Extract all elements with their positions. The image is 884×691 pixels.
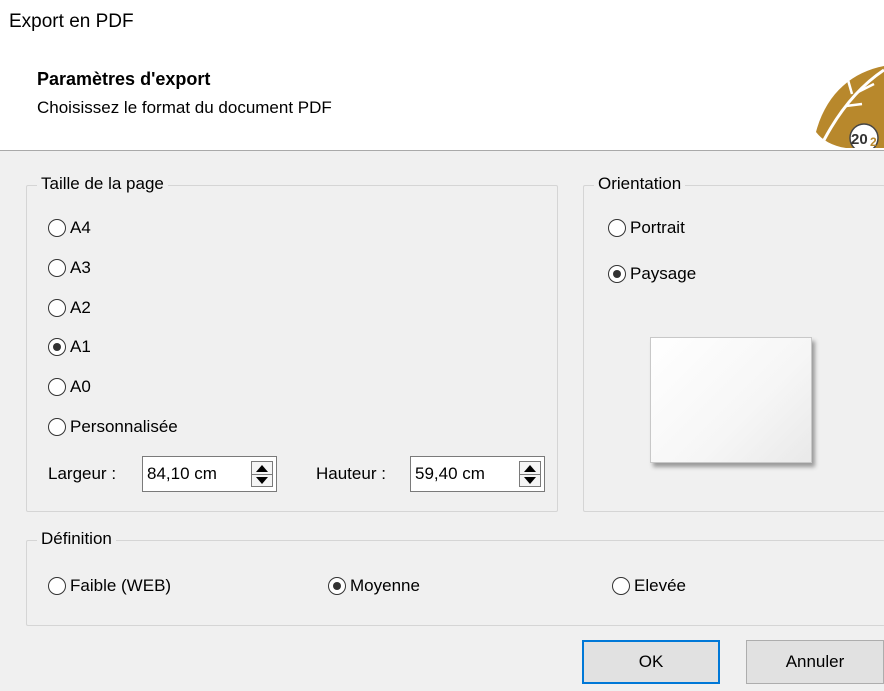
radio-indicator[interactable] [608,265,626,283]
radio-paysage-label: Paysage [630,264,697,283]
width-decrement-button[interactable] [252,474,272,486]
radio-a1-label: A1 [70,337,91,356]
definition-legend: Définition [37,529,116,549]
window-title: Export en PDF [9,11,134,32]
radio-indicator[interactable] [612,577,630,595]
height-spin-buttons [519,461,541,487]
radio-personnalisee-label: Personnalisée [70,417,178,436]
radio-faible[interactable]: Faible (WEB) [48,576,171,596]
height-stepper[interactable] [410,456,545,492]
cancel-button[interactable]: Annuler [746,640,884,684]
arrow-up-icon [256,464,268,472]
radio-a0[interactable]: A0 [48,377,91,397]
radio-portrait-label: Portrait [630,218,685,237]
radio-elevee[interactable]: Elevée [612,576,686,596]
radio-indicator[interactable] [608,219,626,237]
radio-indicator[interactable] [48,378,66,396]
svg-text:20: 20 [851,131,868,148]
height-input[interactable] [411,464,507,484]
radio-indicator[interactable] [48,577,66,595]
title-bar: Export en PDF [0,0,884,46]
radio-indicator[interactable] [48,338,66,356]
radio-a3-label: A3 [70,258,91,277]
radio-a0-label: A0 [70,377,91,396]
width-spin-buttons [251,461,273,487]
ok-button[interactable]: OK [582,640,720,684]
svg-text:2: 2 [870,135,877,148]
radio-personnalisee[interactable]: Personnalisée [48,417,178,437]
width-stepper[interactable] [142,456,277,492]
gold-leaf-2020-logo-icon: 20 2 [816,66,884,148]
dialog-header: Paramètres d'export Choisissez le format… [0,46,884,151]
header-title: Paramètres d'export [37,69,211,89]
radio-faible-label: Faible (WEB) [70,576,172,595]
orientation-legend: Orientation [594,174,686,194]
radio-portrait[interactable]: Portrait [608,218,685,238]
radio-elevee-label: Elevée [634,576,686,595]
radio-paysage[interactable]: Paysage [608,264,696,284]
arrow-up-icon [524,464,536,472]
header-subtitle: Choisissez le format du document PDF [37,98,332,117]
radio-moyenne-label: Moyenne [350,576,420,595]
width-input[interactable] [143,464,239,484]
radio-a4-label: A4 [70,218,91,237]
arrow-down-icon [524,476,536,484]
height-decrement-button[interactable] [520,474,540,486]
radio-indicator[interactable] [48,418,66,436]
orientation-preview [650,337,812,463]
height-label: Hauteur : [316,464,386,483]
radio-indicator[interactable] [48,219,66,237]
radio-a3[interactable]: A3 [48,258,91,278]
arrow-down-icon [256,476,268,484]
radio-indicator[interactable] [328,577,346,595]
radio-a1[interactable]: A1 [48,337,91,357]
radio-indicator[interactable] [48,259,66,277]
radio-indicator[interactable] [48,299,66,317]
radio-a2-label: A2 [70,298,91,317]
radio-a2[interactable]: A2 [48,298,91,318]
radio-a4[interactable]: A4 [48,218,91,238]
radio-moyenne[interactable]: Moyenne [328,576,420,596]
width-label: Largeur : [48,464,117,483]
page-size-legend: Taille de la page [37,174,168,194]
